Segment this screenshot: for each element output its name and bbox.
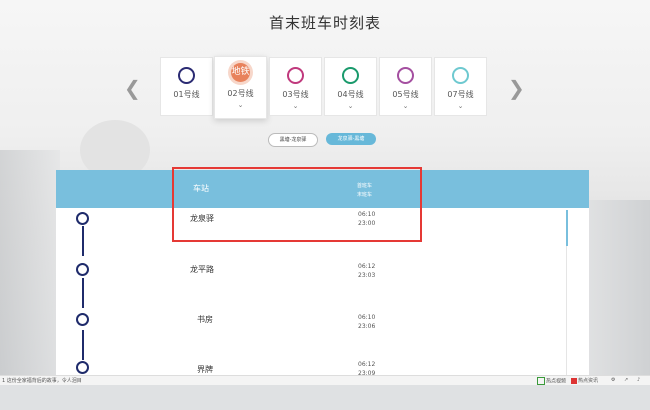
chevron-down-icon: ⌄ xyxy=(292,102,299,110)
video-icon xyxy=(537,377,545,385)
line-label: 07号线 xyxy=(447,90,474,99)
table-row: 书房 06:10 23:06 xyxy=(56,312,589,364)
hot-news-label: 热点资讯 xyxy=(578,378,599,384)
first-train-time: 06:12 xyxy=(358,263,376,270)
settings-icon[interactable]: ⚙ xyxy=(611,377,615,383)
news-icon xyxy=(571,377,577,384)
highlight-box xyxy=(172,167,422,242)
line-card-02[interactable]: 地铁 02号线 ⌄ xyxy=(214,56,267,119)
line-circle-icon xyxy=(342,67,359,84)
last-train-time: 23:03 xyxy=(358,272,376,279)
line-circle-icon xyxy=(452,67,469,84)
first-train-time: 06:12 xyxy=(358,361,376,368)
line-circle-icon xyxy=(397,67,414,84)
station-node-icon xyxy=(76,263,89,276)
pin-icon[interactable]: ↗ xyxy=(624,377,628,383)
table-row: 龙平路 06:12 23:03 xyxy=(56,260,589,312)
prev-arrow-icon[interactable]: ❮ xyxy=(124,76,141,100)
line-card-04[interactable]: 04号线 ⌄ xyxy=(324,57,377,116)
news-ticker[interactable]: 1 这份全家福背后的故事，令人泪目 xyxy=(2,377,82,384)
line-label: 05号线 xyxy=(392,90,419,99)
direction-button-a[interactable]: 黑塘-龙泉驿 xyxy=(268,133,318,147)
status-bar: 1 这份全家福背后的故事，令人泪目 热点视频 热点资讯 ⚙ ↗ ♪ xyxy=(0,375,650,385)
line-label: 01号线 xyxy=(173,90,200,99)
station-times: 06:10 23:06 xyxy=(358,313,375,331)
hot-video-link[interactable]: 热点视频 xyxy=(537,377,566,385)
station-node-icon xyxy=(76,212,89,225)
line-circle-icon xyxy=(178,67,195,84)
last-train-time: 23:06 xyxy=(358,323,376,330)
hot-video-label: 热点视频 xyxy=(546,378,567,385)
station-name: 书房 xyxy=(197,315,213,324)
line-circle-icon xyxy=(287,67,304,84)
scroll-track xyxy=(566,246,567,385)
hot-news-link[interactable]: 热点资讯 xyxy=(571,377,598,384)
metro-icon: 地铁 xyxy=(231,63,250,82)
direction-button-b[interactable]: 龙泉驿-黑塘 xyxy=(326,133,376,145)
line-label: 03号线 xyxy=(282,90,309,99)
chevron-down-icon: ⌄ xyxy=(457,102,464,110)
line-card-03[interactable]: 03号线 ⌄ xyxy=(269,57,322,116)
first-train-time: 06:10 xyxy=(358,314,376,321)
station-times: 06:12 23:03 xyxy=(358,262,375,280)
chevron-down-icon: ⌄ xyxy=(402,102,409,110)
chevron-down-icon: ⌄ xyxy=(237,101,244,109)
next-arrow-icon[interactable]: ❯ xyxy=(508,76,525,100)
scrollbar[interactable] xyxy=(566,210,568,246)
line-label: 04号线 xyxy=(337,90,364,99)
line-card-07[interactable]: 07号线 ⌄ xyxy=(434,57,487,116)
line-card-05[interactable]: 05号线 ⌄ xyxy=(379,57,432,116)
station-name: 界牌 xyxy=(197,365,213,374)
sound-icon[interactable]: ♪ xyxy=(637,377,640,383)
line-card-01[interactable]: 01号线 xyxy=(160,57,213,116)
page-title: 首末班车时刻表 xyxy=(268,14,381,32)
station-node-icon xyxy=(76,313,89,326)
station-node-icon xyxy=(76,361,89,374)
station-name: 龙平路 xyxy=(190,265,214,274)
line-label: 02号线 xyxy=(227,89,254,98)
chevron-down-icon: ⌄ xyxy=(347,102,354,110)
